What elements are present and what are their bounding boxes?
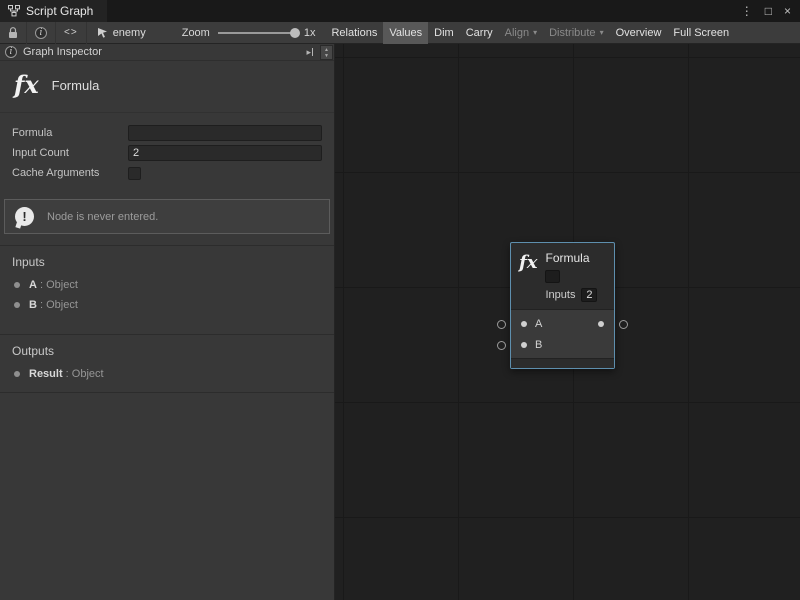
node-title: Formula [545,251,597,265]
inspector-fields: Formula Input Count Cache Arguments [0,113,334,185]
button-label: Carry [466,27,493,39]
node-inputs-row: Inputs 2 [545,288,597,302]
node-header-content: Formula Inputs 2 [545,251,597,302]
graph-canvas[interactable]: fx Formula Inputs 2 A [335,44,800,600]
input-pin-a[interactable]: A : Object [0,275,334,295]
formula-field-input[interactable] [128,125,322,141]
output-port-result-icon[interactable] [598,321,604,327]
graph-inspector-panel: i Graph Inspector ▸ ▲ ▼ fx Formula Formu… [0,44,335,600]
toolbar-button-values[interactable]: Values [383,22,428,44]
external-port-b[interactable] [497,341,506,350]
port-dot-icon [14,371,20,377]
fx-icon: fx [519,254,537,272]
unity-visual-scripting-window: Script Graph ⋮ □ × i <> enemy [0,0,800,600]
node-footer [511,358,614,368]
inputs-section-header: Inputs [0,251,334,275]
inspect-toggle[interactable]: i [27,22,55,44]
window-tab-bar: Script Graph ⋮ □ × [0,0,800,22]
formula-field-label: Formula [12,127,128,139]
script-graph-icon [8,5,20,17]
port-row-a[interactable]: A [511,313,614,334]
unit-header: fx Formula [0,61,334,113]
input-count-field-label: Input Count [12,147,128,159]
toolbar-button-distribute[interactable]: Distribute ▾ [543,22,609,44]
chevron-down-icon: ▾ [600,28,604,37]
scroll-down-icon[interactable]: ▼ [324,53,329,59]
unit-title: Formula [52,78,100,93]
toolbar-button-dim[interactable]: Dim [428,22,460,44]
outputs-section: Outputs Result : Object [0,334,334,393]
maximize-icon[interactable]: □ [765,5,772,17]
warning-text: Node is never entered. [47,211,158,223]
node-inputs-count[interactable]: 2 [581,288,597,302]
tab-label: Script Graph [26,4,93,18]
pin-label: Result : Object [29,368,104,380]
warning-box: ! Node is never entered. [4,199,330,234]
button-label: Relations [331,27,377,39]
graph-pointer-icon [97,27,108,38]
input-count-field-input[interactable] [128,145,322,161]
button-label: Full Screen [673,27,729,39]
toolbar-button-overview[interactable]: Overview [610,22,668,44]
node-formula-input[interactable] [545,270,560,283]
node-header[interactable]: fx Formula Inputs 2 [511,243,614,309]
zoom-slider-handle[interactable] [290,28,300,38]
port-label: B [535,339,542,351]
inputs-section: Inputs A : Object B : Object [0,245,334,323]
cache-arguments-field-label: Cache Arguments [12,167,128,179]
graph-inspector-title: Graph Inspector [23,46,102,58]
warning-icon: ! [15,207,34,226]
node-inputs-label: Inputs [545,289,575,301]
toolbar-button-carry[interactable]: Carry [460,22,499,44]
scroll-stepper[interactable]: ▲ ▼ [320,45,333,60]
input-pin-b[interactable]: B : Object [0,295,334,315]
input-count-field-row: Input Count [0,143,334,163]
lock-icon [8,27,18,39]
formula-node[interactable]: fx Formula Inputs 2 A [510,242,615,369]
cache-arguments-checkbox[interactable] [128,167,141,180]
outputs-section-header: Outputs [0,340,334,364]
external-port-result[interactable] [619,320,628,329]
graph-ref-label: enemy [113,27,146,39]
dock-icon[interactable]: ▸ [306,47,313,58]
code-icon: <> [64,27,78,38]
zoom-slider[interactable] [218,32,298,34]
edit-source-button[interactable]: <> [56,22,86,44]
port-row-b[interactable]: B [511,334,614,355]
button-label: Overview [616,27,662,39]
zoom-label: Zoom [182,27,210,39]
pin-label: A : Object [29,279,78,291]
button-label: Align [505,27,529,39]
button-label: Distribute [549,27,595,39]
close-icon[interactable]: × [784,5,791,17]
window-controls: ⋮ □ × [741,5,800,17]
toolbar-button-relations[interactable]: Relations [325,22,383,44]
pin-label: B : Object [29,299,78,311]
port-label: A [535,318,542,330]
formula-field-row: Formula [0,123,334,143]
node-body: A B [511,309,614,358]
lock-toggle[interactable] [0,22,26,44]
fx-icon: fx [14,73,39,97]
input-port-a-icon[interactable] [521,321,527,327]
info-icon: i [35,27,47,39]
port-dot-icon [14,282,20,288]
window-menu-icon[interactable]: ⋮ [741,5,753,17]
graph-breadcrumb[interactable]: enemy [87,22,156,44]
chevron-down-icon: ▾ [533,28,537,37]
toolbar-button-fullscreen[interactable]: Full Screen [667,22,735,44]
button-label: Dim [434,27,454,39]
info-icon: i [5,46,17,58]
tab-script-graph[interactable]: Script Graph [0,0,107,22]
external-port-a[interactable] [497,320,506,329]
graph-toolbar: i <> enemy Zoom 1x Relations Values Dim … [0,22,800,44]
output-pin-result[interactable]: Result : Object [0,364,334,384]
port-dot-icon [14,302,20,308]
graph-inspector-header[interactable]: i Graph Inspector ▸ ▲ ▼ [0,44,334,61]
toolbar-button-align[interactable]: Align ▾ [499,22,543,44]
button-label: Values [389,27,422,39]
zoom-value: 1x [304,27,316,39]
cache-arguments-field-row: Cache Arguments [0,163,334,183]
input-port-b-icon[interactable] [521,342,527,348]
